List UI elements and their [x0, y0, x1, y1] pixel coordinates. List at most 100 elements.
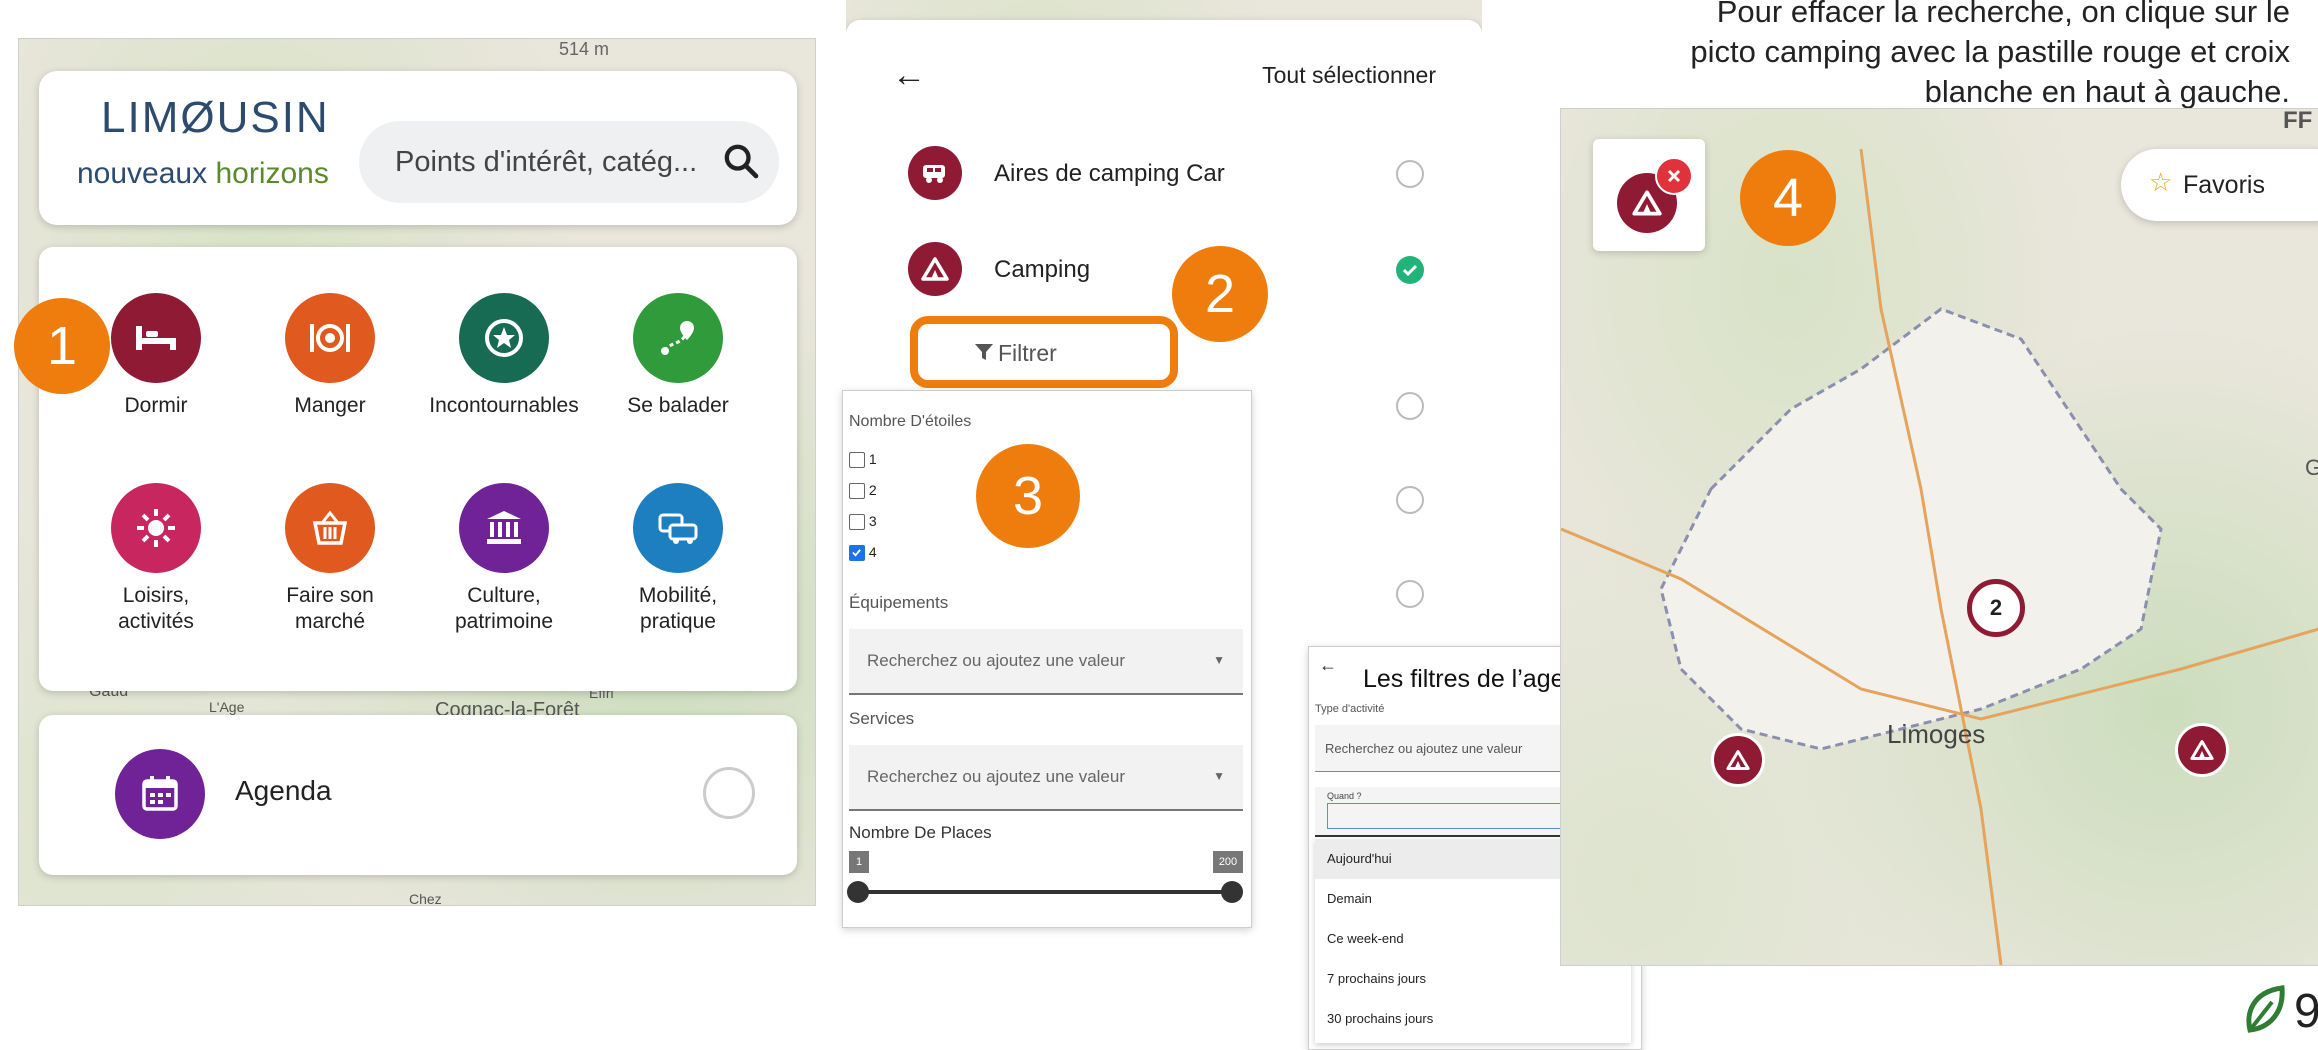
funnel-icon	[975, 344, 993, 360]
page-number: 9	[2294, 985, 2318, 1038]
check-icon[interactable]	[1396, 256, 1424, 284]
search-placeholder: Points d'intérêt, catég...	[395, 146, 698, 178]
star-option[interactable]: 2	[849, 482, 877, 500]
row-label[interactable]: Aires de camping Car	[994, 160, 1225, 188]
row-radio[interactable]	[1396, 160, 1424, 188]
logo-tagline: nouveaux horizons	[77, 157, 329, 190]
category-label: Loisirs, activités	[118, 584, 194, 634]
category-manger[interactable]: Manger	[245, 293, 415, 419]
dropdown-arrow-icon: ▼	[1213, 769, 1225, 783]
checkbox[interactable]	[849, 483, 865, 500]
type-label: Type d'activité	[1315, 703, 1385, 715]
close-icon[interactable]	[1655, 157, 1693, 195]
caption-line-1: Pour effacer la recherche, on clique sur…	[1716, 0, 2290, 29]
header-card: LIMØUSIN nouveaux horizons Points d'inté…	[39, 71, 797, 225]
services-title: Services	[849, 709, 915, 728]
route-icon	[633, 293, 723, 383]
camping-marker[interactable]	[1711, 733, 1765, 787]
map-label: L'Age	[209, 699, 245, 715]
agenda-radio[interactable]	[703, 767, 755, 819]
agenda-row[interactable]: Agenda	[39, 715, 797, 875]
category-label: Culture, patrimoine	[454, 584, 554, 634]
category-culture[interactable]: Culture, patrimoine	[419, 483, 589, 636]
row-label[interactable]: Camping	[994, 256, 1090, 284]
agenda-label: Agenda	[235, 775, 332, 806]
category-label: Faire son marché	[286, 584, 374, 634]
search-icon[interactable]	[721, 141, 761, 181]
caption: Pour effacer la recherche, on clique sur…	[1690, 0, 2290, 112]
museum-icon	[459, 483, 549, 573]
active-filter-chip[interactable]	[1593, 139, 1705, 251]
back-arrow-icon[interactable]: ←	[1319, 655, 1337, 676]
select-placeholder: Recherchez ou ajoutez une valeur	[867, 767, 1125, 786]
category-mobilite[interactable]: Mobilité, pratique	[593, 483, 763, 636]
filter-button[interactable]: Filtrer	[910, 316, 1178, 388]
row-radio[interactable]	[1396, 392, 1424, 420]
equipment-title: Équipements	[849, 593, 949, 612]
category-loisirs[interactable]: Loisirs, activités	[71, 483, 241, 636]
places-max-value: 200	[1213, 851, 1243, 873]
category-label: Se balader	[627, 394, 729, 417]
camping-marker[interactable]	[2175, 723, 2229, 777]
places-slider-max-handle[interactable]	[1221, 881, 1243, 903]
map-label: FF	[2283, 108, 2313, 134]
car-icon	[633, 483, 723, 573]
category-se-balader[interactable]: Se balader	[593, 293, 763, 419]
plate-icon	[285, 293, 375, 383]
caption-line-2: picto camping avec la pastille rouge et …	[1690, 34, 2290, 69]
step-badge-1: 1	[14, 298, 110, 394]
calendar-icon	[115, 749, 205, 839]
category-label: Incontournables	[429, 394, 579, 417]
map-label: Chez	[409, 891, 442, 906]
category-incontournables[interactable]: Incontournables	[419, 293, 589, 419]
filter-label: Filtrer	[998, 340, 1057, 366]
star-icon	[459, 293, 549, 383]
star-option[interactable]: 3	[849, 513, 877, 531]
select-placeholder: Recherchez ou ajoutez une valeur	[867, 651, 1125, 670]
dropdown-arrow-icon: ▼	[1213, 653, 1225, 667]
places-slider-track	[857, 890, 1233, 894]
favorites-button[interactable]: ☆ Favoris	[2121, 149, 2318, 221]
select-placeholder: Recherchez ou ajoutez une valeur	[1325, 741, 1523, 756]
city-label: Limoges	[1887, 719, 1986, 749]
step-badge-2: 2	[1172, 246, 1268, 342]
row-radio[interactable]	[1396, 580, 1424, 608]
star-outline-icon: ☆	[2149, 167, 2173, 197]
checkbox[interactable]	[849, 514, 865, 531]
star-option[interactable]: 4	[849, 544, 877, 562]
stars-title: Nombre D'étoiles	[849, 413, 972, 430]
category-label: Dormir	[124, 394, 188, 417]
bed-icon	[111, 293, 201, 383]
services-select[interactable]: Recherchez ou ajoutez une valeur ▼	[849, 745, 1243, 811]
category-faire-son-marche[interactable]: Faire son marché	[245, 483, 415, 636]
equipment-select[interactable]: Recherchez ou ajoutez une valeur ▼	[849, 629, 1243, 695]
places-title: Nombre De Places	[849, 823, 992, 842]
caption-line-3: blanche en haut à gauche.	[1924, 74, 2290, 109]
basket-icon	[285, 483, 375, 573]
sun-icon	[111, 483, 201, 573]
category-label: Manger	[294, 394, 366, 417]
map-result-panel: ☆ Favoris FF G 2 Limoges	[1560, 108, 2318, 966]
places-min-value: 1	[849, 851, 869, 873]
places-slider-min-handle[interactable]	[847, 881, 869, 903]
tent-icon	[908, 242, 962, 296]
map-label: 514 m	[559, 39, 610, 59]
star-option[interactable]: 1	[849, 451, 877, 469]
step-badge-4: 4	[1740, 150, 1836, 246]
checkbox[interactable]	[849, 452, 865, 469]
option-item[interactable]: 30 prochains jours	[1315, 999, 1631, 1039]
select-all-link[interactable]: Tout sélectionner	[1262, 62, 1436, 89]
favorites-label: Favoris	[2183, 171, 2265, 199]
row-radio[interactable]	[1396, 486, 1424, 514]
category-label: Mobilité, pratique	[638, 584, 718, 634]
categories-card: Dormir Manger Incontournables Se balader	[39, 247, 797, 691]
logo-text: LIMØUSIN	[101, 93, 330, 142]
camper-icon	[908, 146, 962, 200]
leaf-logo-icon	[2246, 985, 2285, 1033]
map-label: G	[2305, 455, 2318, 481]
back-arrow-icon[interactable]: ←	[892, 56, 926, 95]
home-screen-panel: 514 m Gaud L'Age Cognac-la-Forêt Effri C…	[18, 38, 816, 906]
search-input[interactable]: Points d'intérêt, catég...	[359, 121, 779, 203]
cluster-marker[interactable]: 2	[1967, 579, 2025, 637]
checkbox-checked[interactable]	[849, 545, 865, 562]
